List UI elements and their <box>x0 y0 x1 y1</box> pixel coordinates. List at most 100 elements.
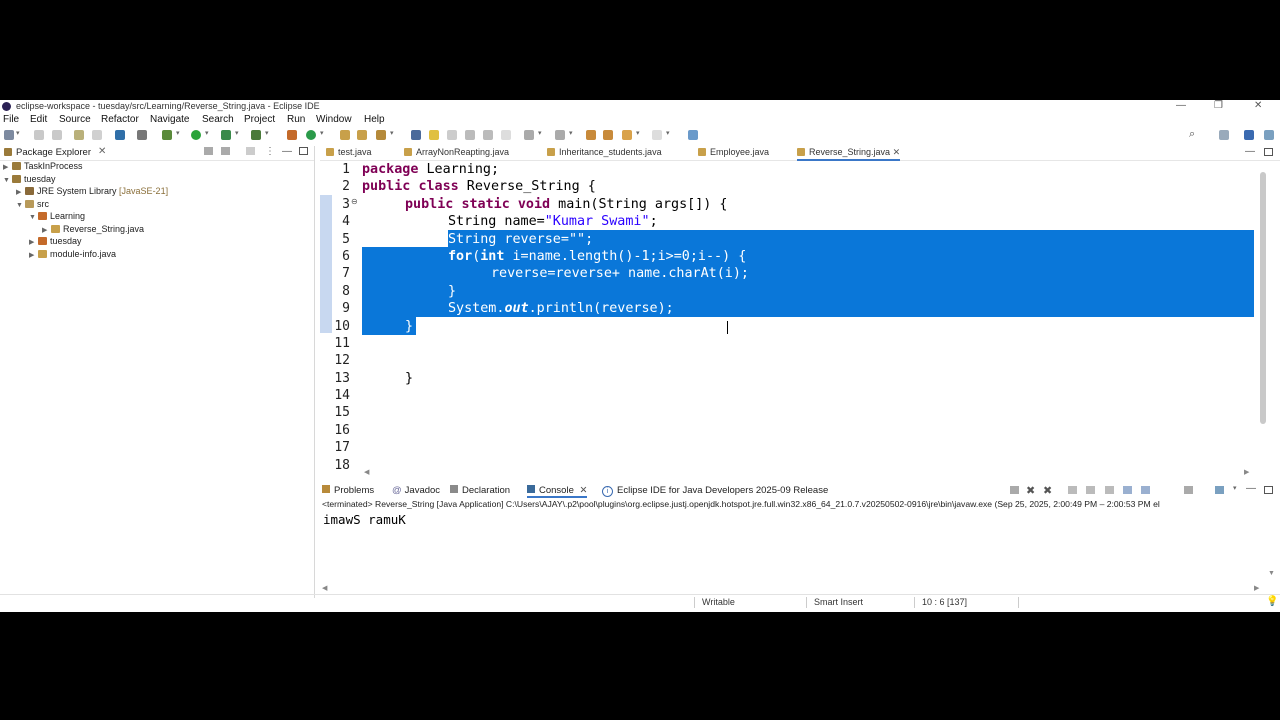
new-icon[interactable] <box>4 130 14 140</box>
menu-file[interactable]: File <box>3 114 19 125</box>
tree-item-tuesday-package[interactable]: ▶ tuesday <box>29 236 82 246</box>
tree-item-jre-system-library[interactable]: ▶ JRE System Library [JavaSE-21] <box>16 186 168 196</box>
tab-employee-java[interactable]: Employee.java <box>698 147 769 157</box>
tree-item-src[interactable]: ▼ src <box>16 199 49 209</box>
chevron-down-icon[interactable]: ▾ <box>235 129 239 137</box>
save-icon[interactable] <box>34 130 44 140</box>
run-icon[interactable] <box>191 130 201 140</box>
tree-item-taskinprocess[interactable]: ▶ TaskInProcess <box>3 161 83 171</box>
chevron-down-icon[interactable]: ▾ <box>176 129 180 137</box>
terminate-icon[interactable] <box>1010 486 1019 494</box>
tree-item-tuesday-project[interactable]: ▼ tuesday <box>3 174 56 184</box>
minimize-icon[interactable]: — <box>1176 100 1186 111</box>
tab-arraynonreapting-java[interactable]: ArrayNonReapting.java <box>404 147 509 157</box>
tab-declaration[interactable]: Declaration <box>450 485 510 496</box>
minimize-icon[interactable]: — <box>1246 483 1256 494</box>
menu-search[interactable]: Search <box>202 114 234 125</box>
tab-reverse-string-java[interactable]: Reverse_String.java ✕ <box>797 147 901 161</box>
search-tool-icon[interactable] <box>376 130 386 140</box>
coverage-icon[interactable] <box>221 130 231 140</box>
tip-lightbulb-icon[interactable]: 💡 <box>1266 596 1278 607</box>
chevron-down-icon[interactable]: ▾ <box>636 129 640 137</box>
chevron-right-icon[interactable]: ▶ <box>16 188 25 196</box>
redo-icon[interactable] <box>92 130 102 140</box>
skip-breakpoints-icon[interactable] <box>137 130 147 140</box>
menu-window[interactable]: Window <box>316 114 352 125</box>
scroll-left-icon[interactable]: ◀ <box>322 584 327 592</box>
chevron-down-icon[interactable]: ▾ <box>569 129 573 137</box>
toggle-word-wrap-icon[interactable] <box>447 130 457 140</box>
chevron-down-icon[interactable]: ▾ <box>320 129 324 137</box>
tab-problems[interactable]: Problems <box>322 485 374 496</box>
last-edit-icon[interactable] <box>586 130 596 140</box>
search-icon[interactable]: ⌕ <box>1189 128 1199 140</box>
tab-inheritance-students-java[interactable]: Inheritance_students.java <box>547 147 662 157</box>
tree-item-reverse-string[interactable]: ▶ Reverse_String.java <box>42 224 144 234</box>
view-menu-icon[interactable]: ⋮ <box>265 146 275 157</box>
chevron-down-icon[interactable]: ▾ <box>666 129 670 137</box>
console-output[interactable]: imawS ramuK <box>323 512 406 527</box>
code-editor[interactable]: 1 2 3 4 5 6 7 8 9 10 11 12 13 14 15 16 1… <box>320 161 1260 473</box>
chevron-right-icon[interactable]: ▶ <box>29 251 38 259</box>
editor-horizontal-scrollbar[interactable]: ◀ ▶ <box>320 468 1260 478</box>
remove-all-icon[interactable]: ✖ <box>1043 484 1052 497</box>
terminal-icon[interactable] <box>115 130 125 140</box>
new-java-package-icon[interactable] <box>287 130 297 140</box>
debug-perspective-icon[interactable] <box>1264 130 1274 140</box>
save-all-icon[interactable] <box>52 130 62 140</box>
forward-icon[interactable] <box>652 130 662 140</box>
open-perspective-icon[interactable] <box>1219 130 1229 140</box>
chevron-down-icon[interactable]: ▾ <box>16 129 20 137</box>
show-whitespace-icon[interactable] <box>483 130 493 140</box>
chevron-right-icon[interactable]: ▶ <box>42 226 51 234</box>
chevron-down-icon[interactable]: ▾ <box>390 129 394 137</box>
java-perspective-icon[interactable] <box>1244 130 1254 140</box>
show-on-error-icon[interactable] <box>1141 486 1150 494</box>
scroll-left-icon[interactable]: ◀ <box>364 468 369 476</box>
status-insert-mode[interactable]: Smart Insert <box>814 597 863 607</box>
menu-project[interactable]: Project <box>244 114 275 125</box>
menu-run[interactable]: Run <box>287 114 305 125</box>
tab-eclipse-release[interactable]: i Eclipse IDE for Java Developers 2025-09… <box>602 485 828 497</box>
tab-console[interactable]: Console ✕ <box>527 485 588 498</box>
remove-launch-icon[interactable]: ✖ <box>1026 484 1035 497</box>
package-explorer-tab[interactable]: Package Explorer <box>16 147 91 158</box>
debug-icon[interactable] <box>162 130 172 140</box>
display-selected-console-icon[interactable] <box>1184 486 1193 494</box>
chevron-down-icon[interactable]: ▾ <box>538 129 542 137</box>
tab-javadoc[interactable]: @ Javadoc <box>392 485 440 496</box>
open-console-icon[interactable] <box>1215 486 1224 494</box>
toggle-mark-occurrences-icon[interactable] <box>411 130 421 140</box>
close-icon[interactable]: ✕ <box>98 146 106 157</box>
menu-refactor[interactable]: Refactor <box>101 114 139 125</box>
collapse-all-icon[interactable] <box>204 147 213 155</box>
pilcrow-icon[interactable] <box>501 130 511 140</box>
scroll-lock-icon[interactable] <box>1086 486 1095 494</box>
close-icon[interactable]: ✕ <box>893 147 901 157</box>
pin-editor-icon[interactable] <box>688 130 698 140</box>
previous-annotation-icon[interactable] <box>555 130 565 140</box>
maximize-icon[interactable] <box>1264 148 1273 156</box>
chevron-right-icon[interactable]: ▶ <box>29 238 38 246</box>
menu-navigate[interactable]: Navigate <box>150 114 189 125</box>
back-history-icon[interactable] <box>622 130 632 140</box>
show-on-output-icon[interactable] <box>1123 486 1132 494</box>
block-selection-icon[interactable] <box>465 130 475 140</box>
chevron-down-icon[interactable]: ▼ <box>29 214 38 221</box>
menu-edit[interactable]: Edit <box>30 114 47 125</box>
tree-item-learning[interactable]: ▼ Learning <box>29 211 85 221</box>
toggle-highlight-icon[interactable] <box>429 130 439 140</box>
fold-collapse-icon[interactable]: ⊖ <box>351 249 358 258</box>
scroll-right-icon[interactable]: ▶ <box>1254 584 1259 592</box>
chevron-down-icon[interactable]: ▾ <box>1233 484 1237 492</box>
menu-source[interactable]: Source <box>59 114 91 125</box>
scroll-down-icon[interactable]: ▼ <box>1268 570 1275 577</box>
word-wrap-icon[interactable] <box>1105 486 1114 494</box>
close-icon[interactable]: ✕ <box>1254 100 1262 111</box>
open-type-icon[interactable] <box>340 130 350 140</box>
close-icon[interactable]: ✕ <box>580 485 588 496</box>
maximize-icon[interactable]: ❐ <box>1214 100 1223 111</box>
tab-test-java[interactable]: test.java <box>326 147 372 157</box>
scroll-right-icon[interactable]: ▶ <box>1244 468 1249 476</box>
minimize-icon[interactable]: — <box>282 146 292 157</box>
